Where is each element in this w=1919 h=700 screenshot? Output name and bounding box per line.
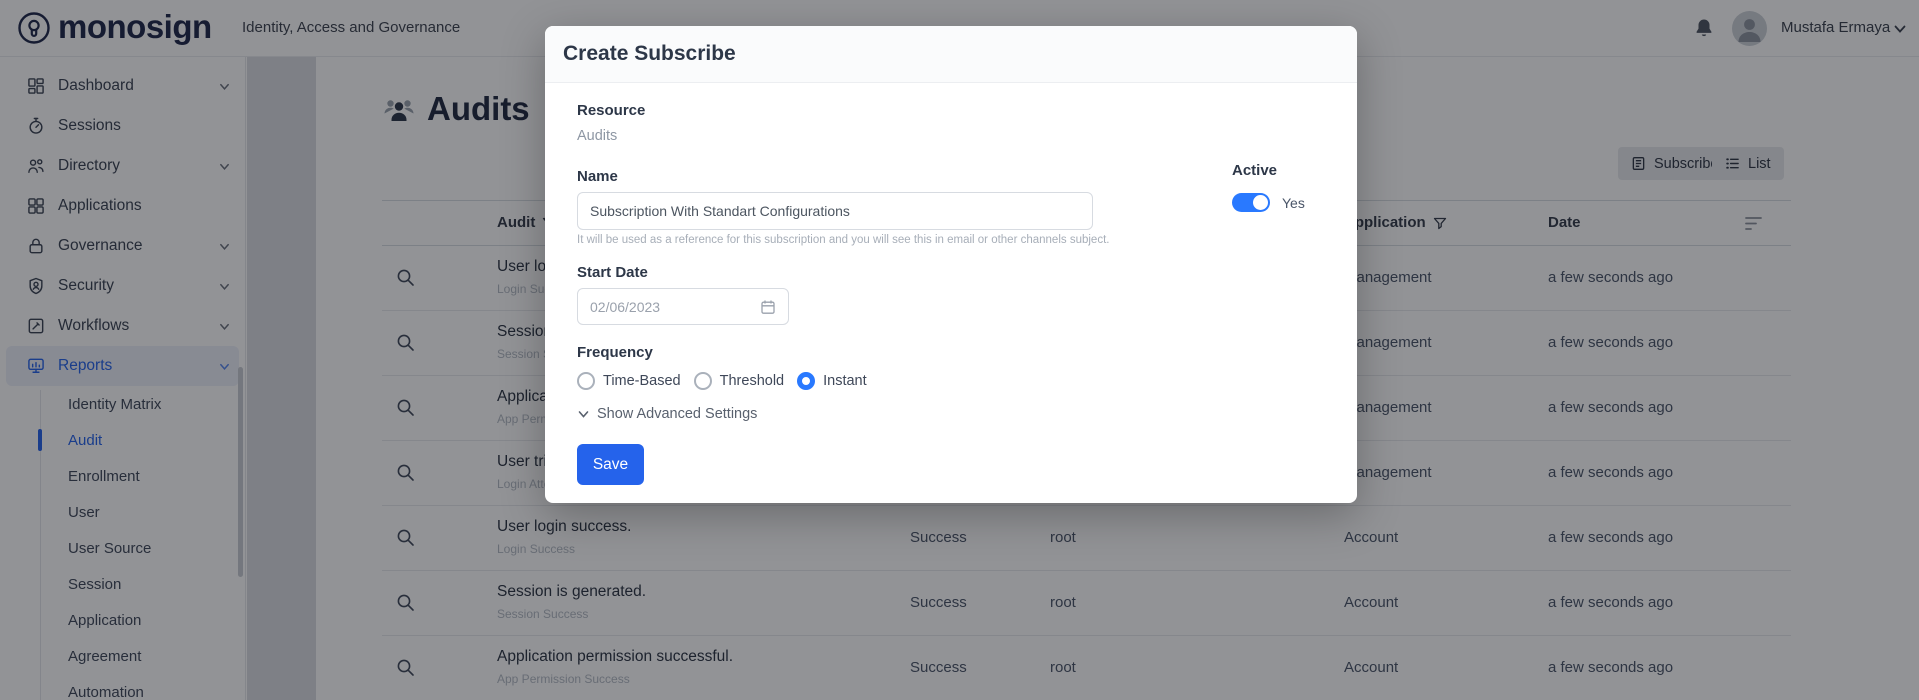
advanced-link-label: Show Advanced Settings <box>597 406 757 422</box>
modal-title: Create Subscribe <box>563 42 736 66</box>
start-date-label: Start Date <box>577 264 648 281</box>
resource-label: Resource <box>577 102 645 119</box>
resource-value: Audits <box>577 128 617 144</box>
radio-time-based[interactable]: Time-Based <box>577 372 681 390</box>
start-date-value: 02/06/2023 <box>590 299 760 315</box>
calendar-icon[interactable] <box>760 299 776 315</box>
create-subscribe-modal: Create Subscribe Resource Audits Name It… <box>545 26 1357 503</box>
radio-label: Threshold <box>720 373 784 389</box>
chevron-down-icon <box>577 408 590 421</box>
frequency-label: Frequency <box>577 344 653 361</box>
active-toggle-value: Yes <box>1282 195 1305 211</box>
save-button[interactable]: Save <box>577 444 644 485</box>
name-input[interactable] <box>577 192 1093 230</box>
radio-instant[interactable]: Instant <box>797 372 867 390</box>
radio-threshold[interactable]: Threshold <box>694 372 784 390</box>
radio-label: Instant <box>823 373 867 389</box>
show-advanced-settings-link[interactable]: Show Advanced Settings <box>577 406 757 422</box>
name-label: Name <box>577 168 618 185</box>
modal-header: Create Subscribe <box>545 26 1357 83</box>
radio-circle-icon <box>577 372 595 390</box>
radio-circle-icon <box>694 372 712 390</box>
radio-label: Time-Based <box>603 373 681 389</box>
active-toggle-row: Yes <box>1232 193 1305 212</box>
active-toggle[interactable] <box>1232 193 1270 212</box>
name-help-text: It will be used as a reference for this … <box>577 234 1109 246</box>
frequency-options: Time-Based Threshold Instant <box>577 372 867 390</box>
start-date-input[interactable]: 02/06/2023 <box>577 288 789 325</box>
active-label: Active <box>1232 162 1277 179</box>
toggle-knob <box>1253 195 1268 210</box>
radio-checked-icon <box>797 372 815 390</box>
